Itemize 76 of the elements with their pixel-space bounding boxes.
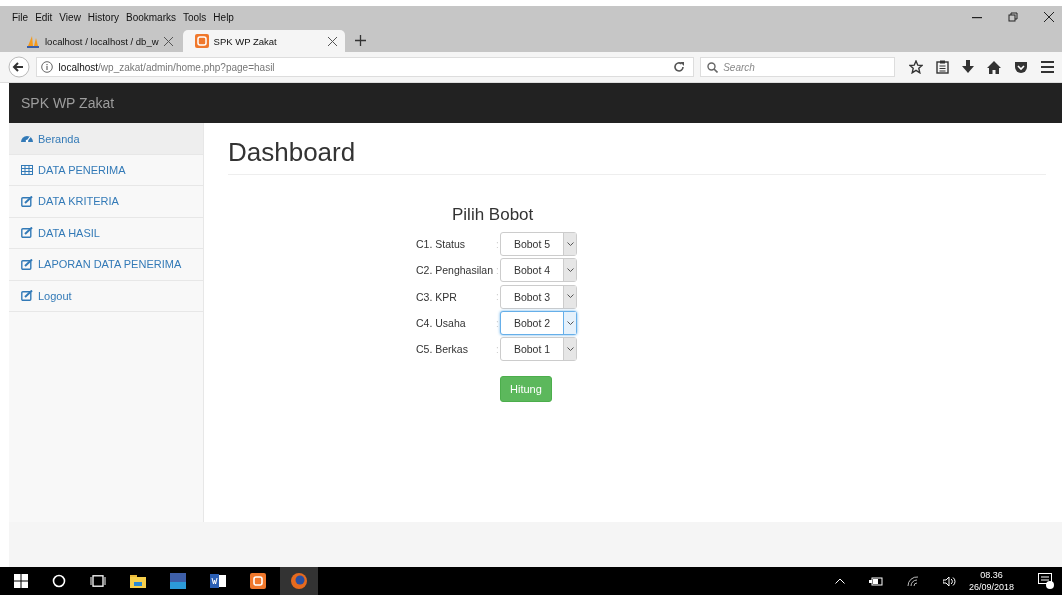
new-tab-icon[interactable] <box>354 34 366 46</box>
app-logo-icon[interactable] <box>250 573 266 589</box>
sidebar-item[interactable]: DATA HASIL <box>9 217 203 249</box>
table-icon <box>21 164 33 175</box>
clipboard-icon[interactable] <box>936 60 949 74</box>
field-label: C1. Status <box>416 238 467 251</box>
edit-icon <box>21 227 33 239</box>
colon-separator: : <box>496 343 500 355</box>
menu-icon[interactable] <box>1041 61 1054 73</box>
notification-icon[interactable] <box>1038 573 1054 589</box>
field-label: C2. Penghasilan <box>416 264 495 277</box>
chevron-down-icon <box>566 320 574 326</box>
sidebar-item[interactable]: Beranda <box>9 123 203 155</box>
sidebar-item[interactable]: DATA KRITERIA <box>9 186 203 218</box>
colon-separator: : <box>496 264 500 276</box>
form-title: Pilih Bobot <box>452 205 534 225</box>
chevron-down-icon <box>566 294 574 300</box>
edit-icon <box>21 290 33 302</box>
close-icon[interactable] <box>163 36 173 46</box>
search-field[interactable]: Search <box>700 57 895 77</box>
speaker-icon[interactable] <box>942 575 957 587</box>
field-label: C5. Berkas <box>416 343 469 356</box>
word-icon[interactable] <box>210 574 226 588</box>
app-logo-icon <box>194 34 209 48</box>
weight-dropdown[interactable]: Bobot 3 <box>500 284 577 309</box>
edit-icon <box>21 195 33 207</box>
wifi-icon[interactable] <box>906 575 919 587</box>
task-view-icon[interactable] <box>90 575 106 587</box>
dashboard-icon <box>21 133 33 143</box>
colon-separator: : <box>496 238 500 250</box>
menu-item[interactable]: View <box>59 11 81 23</box>
battery-icon[interactable] <box>868 576 883 586</box>
reload-icon[interactable] <box>673 61 686 73</box>
menu-item[interactable]: Tools <box>183 11 207 23</box>
weight-dropdown[interactable]: Bobot 5 <box>500 232 577 257</box>
colon-separator: : <box>496 317 500 329</box>
chevron-down-icon <box>566 346 574 352</box>
info-icon <box>40 61 53 73</box>
edit-icon <box>21 258 33 270</box>
sidebar-item[interactable]: LAPORAN DATA PENERIMA <box>9 249 203 281</box>
windows-start-icon[interactable] <box>14 574 28 588</box>
star-icon[interactable] <box>909 60 923 74</box>
brand-link[interactable]: SPK WP Zakat <box>21 95 115 111</box>
weight-dropdown[interactable]: Bobot 4 <box>500 258 577 283</box>
search-circle-icon[interactable] <box>52 574 66 588</box>
folder-icon[interactable] <box>130 574 146 588</box>
chevron-up-icon[interactable] <box>834 578 845 584</box>
close-icon[interactable] <box>327 36 337 46</box>
home-icon[interactable] <box>987 60 1001 74</box>
colon-separator: : <box>496 291 500 303</box>
sidebar-item[interactable]: DATA PENERIMA <box>9 154 203 186</box>
menu-item[interactable]: Help <box>213 11 234 23</box>
menu-item[interactable]: History <box>87 11 119 23</box>
sidebar-item[interactable]: Logout <box>9 280 203 312</box>
restore-icon[interactable] <box>1008 12 1018 22</box>
sailboat-icon <box>26 34 40 48</box>
menu-item[interactable]: Bookmarks <box>126 11 176 23</box>
page-title: Dashboard <box>228 137 1046 175</box>
clock-date[interactable]: 26/09/2018 <box>968 581 1014 593</box>
back-icon[interactable] <box>8 56 30 78</box>
browser-icon[interactable] <box>290 572 308 590</box>
browser-tab[interactable]: SPK WP Zakat <box>182 30 345 52</box>
field-label: C3. KPR <box>416 290 458 303</box>
chevron-down-icon <box>566 241 574 247</box>
weight-dropdown[interactable]: Bobot 2 <box>500 311 577 336</box>
menu-item[interactable]: Edit <box>35 11 53 23</box>
chevron-down-icon <box>566 267 574 273</box>
search-icon <box>707 61 719 73</box>
close-icon[interactable] <box>1044 12 1054 22</box>
pocket-icon[interactable] <box>1014 60 1028 74</box>
field-label: C4. Usaha <box>416 317 467 330</box>
address-bar[interactable]: localhost/wp_zakat/admin/home.php?page=hasil <box>35 57 695 77</box>
menu-item[interactable]: File <box>12 11 29 23</box>
clock-time[interactable]: 08.36 <box>980 569 1003 581</box>
weight-dropdown[interactable]: Bobot 1 <box>500 337 577 362</box>
download-icon[interactable] <box>962 60 974 74</box>
